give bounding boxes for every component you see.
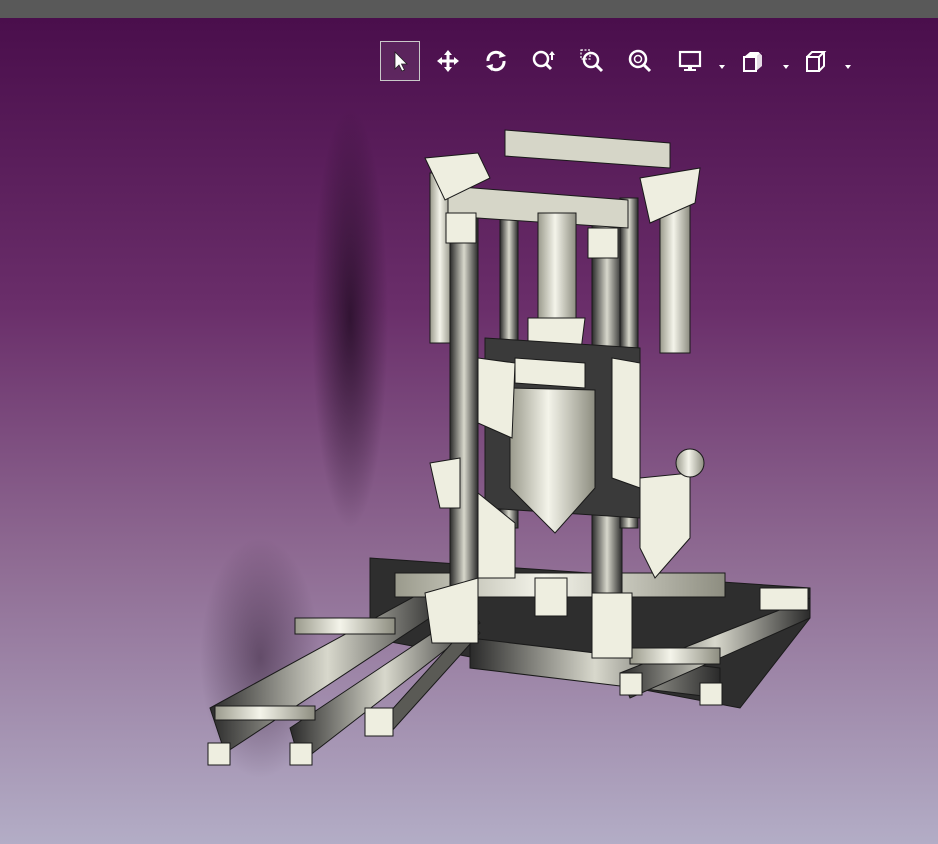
rotate-icon bbox=[486, 50, 506, 72]
view-cube-icon bbox=[806, 51, 827, 72]
rotate-tool-button[interactable] bbox=[476, 41, 516, 81]
select-arrow-icon bbox=[394, 51, 408, 72]
zoom-fit-icon bbox=[628, 49, 652, 73]
window-titlebar bbox=[0, 0, 938, 18]
section-clipping-button[interactable] bbox=[734, 41, 774, 81]
view-toolbar bbox=[380, 41, 860, 81]
section-clipping-icon bbox=[743, 49, 766, 72]
caret-down-icon bbox=[845, 65, 851, 69]
model-shadow bbox=[312, 108, 388, 528]
zoom-in-out-button[interactable] bbox=[524, 41, 564, 81]
display-mode-icon bbox=[678, 50, 702, 71]
pan-tool-button[interactable] bbox=[428, 41, 468, 81]
cad-assembly-model[interactable] bbox=[0, 18, 938, 844]
caret-down-icon bbox=[719, 65, 725, 69]
display-mode-dropdown[interactable] bbox=[718, 56, 726, 69]
zoom-fit-button[interactable] bbox=[620, 41, 660, 81]
display-mode-button[interactable] bbox=[670, 41, 710, 81]
pan-move-icon bbox=[437, 50, 459, 72]
zoom-box-button[interactable] bbox=[572, 41, 612, 81]
view-cube-dropdown[interactable] bbox=[844, 56, 852, 69]
caret-down-icon bbox=[783, 65, 789, 69]
section-clipping-dropdown[interactable] bbox=[782, 56, 790, 69]
select-tool-button[interactable] bbox=[380, 41, 420, 81]
zoom-in-out-icon bbox=[532, 50, 555, 71]
3d-viewport[interactable] bbox=[0, 18, 938, 844]
view-cube-button[interactable] bbox=[796, 41, 836, 81]
zoom-box-icon bbox=[580, 49, 604, 73]
